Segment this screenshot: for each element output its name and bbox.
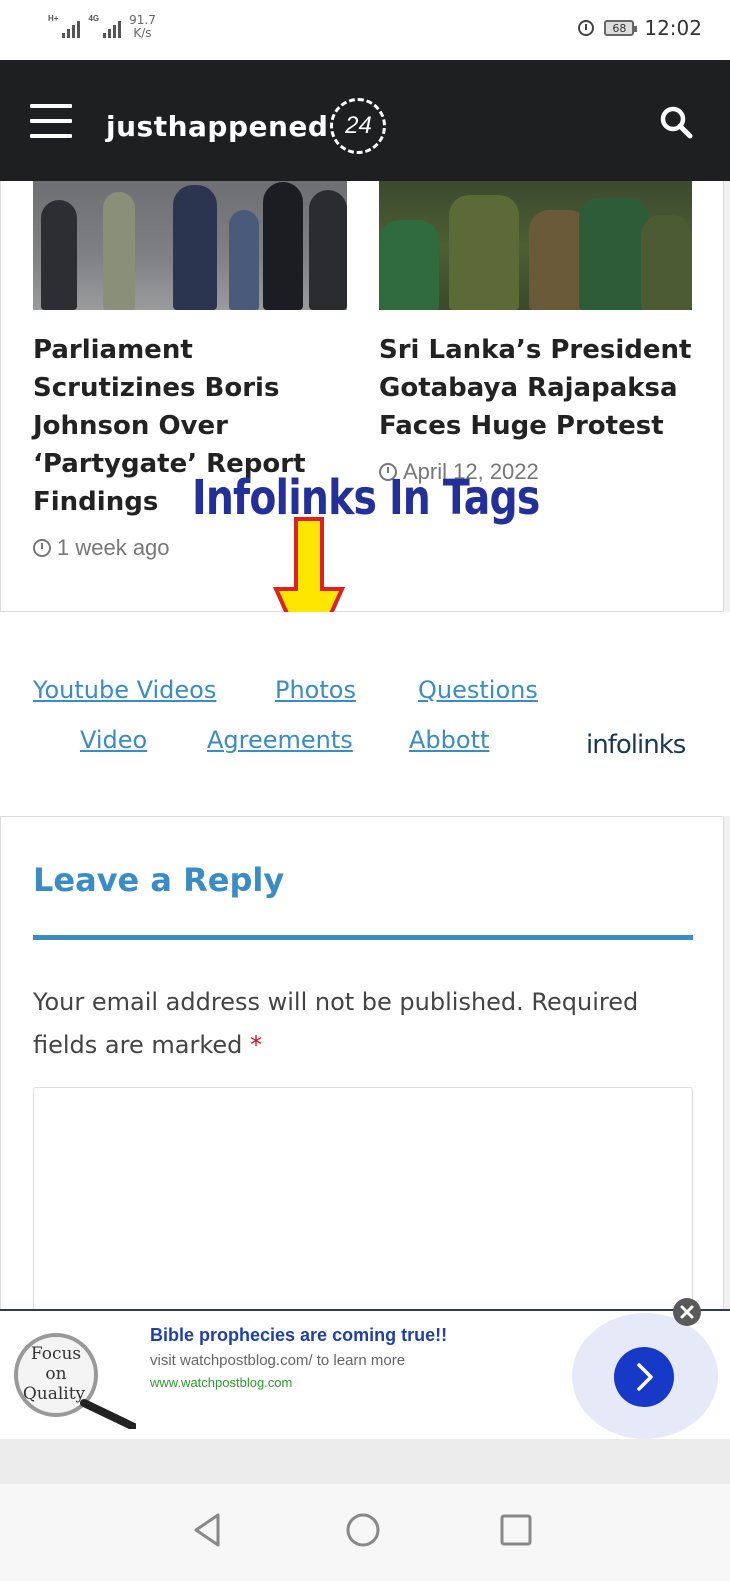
- svg-text:on: on: [45, 1364, 66, 1384]
- article-date-text: 1 week ago: [57, 535, 170, 560]
- reply-note: Your email address will not be published…: [33, 981, 703, 1067]
- system-nav-bar: [0, 1484, 730, 1581]
- menu-icon[interactable]: [30, 104, 72, 138]
- network-indicators: H+ 4G 91.7 K/s: [48, 14, 156, 40]
- related-posts-card: Parliament Scrutizines Boris Johnson Ove…: [0, 181, 724, 612]
- infolinks-logo[interactable]: infolinks: [586, 730, 686, 760]
- site-logo[interactable]: justhappened 24: [106, 98, 387, 154]
- article-title-link[interactable]: Sri Lanka’s President Gotabaya Rajapaksa…: [379, 331, 699, 445]
- network-type-label: 4G: [88, 14, 100, 23]
- tag-link[interactable]: Agreements: [207, 726, 353, 754]
- article-date: 1 week ago: [33, 535, 170, 561]
- status-right: 68 12:02: [578, 16, 702, 40]
- tag-link[interactable]: Abbott: [409, 726, 489, 754]
- svg-text:Focus: Focus: [31, 1344, 81, 1364]
- page-footer-strip: [0, 1439, 730, 1484]
- tag-link[interactable]: Youtube Videos: [33, 676, 216, 704]
- leave-reply-section: Leave a Reply Your email address will no…: [0, 816, 724, 1327]
- network-type-label: H+: [48, 14, 59, 23]
- svg-text:Quality: Quality: [23, 1384, 86, 1404]
- tag-link[interactable]: Questions: [418, 676, 538, 704]
- article-thumbnail[interactable]: [379, 181, 692, 310]
- logo-text: justhappened: [106, 109, 329, 143]
- reply-title: Leave a Reply: [33, 861, 285, 899]
- title-divider: [33, 935, 693, 940]
- required-mark: *: [250, 1031, 262, 1059]
- ad-description: visit watchpostblog.com/ to learn more: [150, 1352, 406, 1369]
- clock-icon: [33, 539, 51, 557]
- clock-time: 12:02: [644, 16, 702, 40]
- comment-textarea[interactable]: [33, 1087, 693, 1327]
- close-icon[interactable]: [673, 1298, 701, 1326]
- tag-link[interactable]: Photos: [275, 676, 356, 704]
- ad-banner[interactable]: Focus on Quality Bible prophecies are co…: [0, 1309, 730, 1439]
- battery-icon: 68: [604, 20, 638, 36]
- network-speed: 91.7 K/s: [129, 14, 156, 40]
- reply-note-text: Your email address will not be published…: [33, 988, 639, 1059]
- site-header: justhappened 24: [0, 60, 730, 181]
- logo-badge: 24: [330, 98, 387, 154]
- recents-icon[interactable]: [496, 1510, 536, 1550]
- signal-icon: H+: [48, 14, 81, 38]
- ad-headline[interactable]: Bible prophecies are coming true!!: [150, 1325, 447, 1346]
- chevron-right-icon[interactable]: [614, 1347, 674, 1407]
- infolinks-tags: Youtube Videos Photos Questions Video Ag…: [0, 612, 730, 816]
- ad-url[interactable]: www.watchpostblog.com: [150, 1375, 292, 1390]
- back-icon[interactable]: [188, 1510, 228, 1550]
- signal-icon: 4G: [88, 14, 122, 38]
- tag-link[interactable]: Video: [80, 726, 147, 754]
- article-thumbnail[interactable]: [33, 181, 347, 310]
- home-icon[interactable]: [343, 1510, 383, 1550]
- status-bar: H+ 4G 91.7 K/s 68 12:02: [0, 0, 730, 60]
- alarm-icon: [578, 20, 595, 36]
- annotation-label: Infolinks In Tags: [192, 470, 540, 526]
- ad-image[interactable]: Focus on Quality: [14, 1325, 138, 1431]
- network-speed-unit: K/s: [133, 26, 152, 40]
- search-icon[interactable]: [658, 104, 694, 140]
